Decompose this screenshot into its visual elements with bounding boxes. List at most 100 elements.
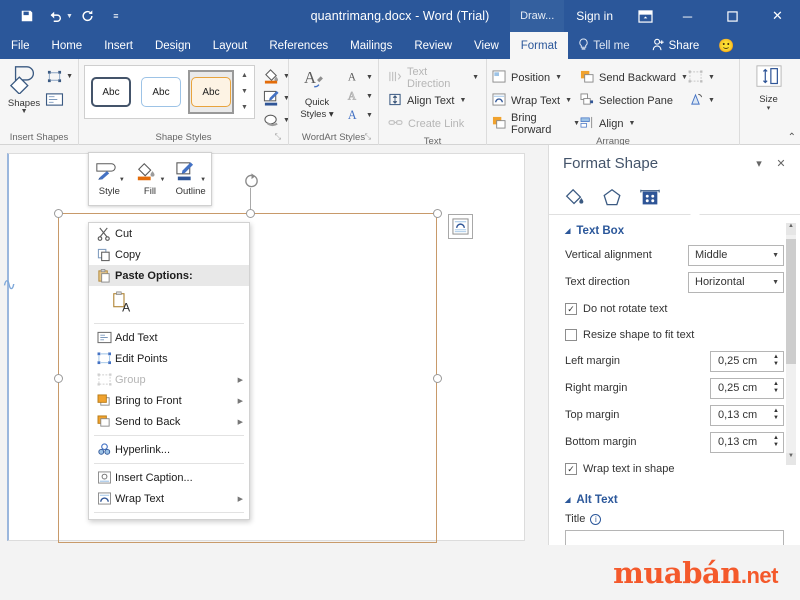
- tab-mailings[interactable]: Mailings: [339, 32, 403, 59]
- shape-styles-gallery[interactable]: Abc Abc Abc ▲ ▼ ▼: [84, 65, 255, 119]
- edit-shape-icon[interactable]: [43, 66, 65, 86]
- bottom-margin-value[interactable]: 0,13 cm: [711, 436, 769, 448]
- share-button[interactable]: Share: [639, 32, 712, 59]
- align-objects-dropdown-icon[interactable]: ▼: [628, 120, 635, 127]
- left-margin-value[interactable]: 0,25 cm: [711, 355, 769, 367]
- undo-dropdown-icon[interactable]: ▼: [66, 13, 73, 20]
- shapes-dropdown-icon[interactable]: ▼: [21, 108, 28, 115]
- context-menu-item-hyperlink[interactable]: Hyperlink...: [89, 439, 249, 460]
- shape-style-orange-selected[interactable]: Abc: [188, 70, 234, 114]
- panel-scroll-up-icon[interactable]: ▲: [786, 223, 796, 235]
- text-effects-dropdown-icon[interactable]: ▼: [366, 112, 373, 119]
- top-margin-spinner[interactable]: 0,13 cm ▲ ▼: [710, 404, 784, 426]
- resize-handle-top-left[interactable]: [54, 209, 63, 218]
- panel-scroll-thumb[interactable]: [786, 239, 796, 364]
- wordart-dialog-launcher-icon[interactable]: ⤡: [365, 129, 371, 144]
- align-objects-button[interactable]: Align ▼: [580, 113, 688, 134]
- redo-icon[interactable]: [75, 4, 101, 28]
- maximize-button[interactable]: [710, 0, 755, 32]
- spinner-arrows-icon[interactable]: ▲ ▼: [769, 354, 783, 368]
- panel-section-collapse-icon-alt-text[interactable]: ◢: [565, 496, 570, 504]
- panel-section-alt-text-header[interactable]: ◢ Alt Text: [565, 494, 784, 506]
- rotate-objects-dropdown-icon[interactable]: ▼: [708, 97, 715, 104]
- selection-pane-button[interactable]: Selection Pane: [580, 90, 688, 111]
- ribbon-display-options-icon[interactable]: [625, 0, 665, 32]
- context-menu-item-set-as-default-shape[interactable]: Set as Default Shape: [89, 516, 249, 519]
- shape-style-dark-outline[interactable]: Abc: [88, 70, 134, 114]
- text-outline-dropdown-icon[interactable]: ▼: [366, 93, 373, 100]
- context-menu-item-group[interactable]: Group ▶: [89, 369, 249, 390]
- panel-section-collapse-icon-text-box[interactable]: ◢: [565, 227, 570, 235]
- spinner-arrows-icon[interactable]: ▲ ▼: [769, 435, 783, 449]
- panel-scroll-down-icon[interactable]: ▼: [786, 453, 796, 465]
- alt-text-title-input[interactable]: [565, 530, 784, 545]
- undo-icon[interactable]: [42, 4, 68, 28]
- chevron-down-icon[interactable]: ▼: [772, 279, 779, 286]
- tab-layout[interactable]: Layout: [202, 32, 259, 59]
- resize-handle-middle-left[interactable]: [54, 374, 63, 383]
- text-direction-dropdown-icon[interactable]: ▼: [472, 74, 479, 81]
- mini-fill-button[interactable]: ▼ Fill: [131, 161, 169, 197]
- text-outline-button[interactable]: A ▼: [343, 87, 373, 105]
- group-objects-button[interactable]: ▼: [688, 67, 728, 88]
- group-objects-dropdown-icon[interactable]: ▼: [708, 74, 715, 81]
- wrap-text-button[interactable]: Wrap Text ▼: [492, 90, 580, 111]
- chevron-down-icon[interactable]: ▼: [772, 252, 779, 259]
- rotate-objects-button[interactable]: ▼: [688, 90, 728, 111]
- right-margin-value[interactable]: 0,25 cm: [711, 382, 769, 394]
- text-fill-dropdown-icon[interactable]: ▼: [366, 74, 373, 81]
- gallery-scroll-up-icon[interactable]: ▲: [238, 69, 251, 83]
- draw-text-box-icon[interactable]: [43, 89, 65, 109]
- shape-effects-button[interactable]: ▼: [261, 111, 290, 129]
- text-direction-button[interactable]: Text Direction ▼: [388, 66, 479, 90]
- tab-view[interactable]: View: [463, 32, 510, 59]
- send-backward-dropdown-icon[interactable]: ▼: [681, 74, 688, 81]
- resize-handle-top-right[interactable]: [433, 209, 442, 218]
- checkbox-wrap-text-in-shape[interactable]: ✓ Wrap text in shape: [565, 458, 784, 480]
- context-menu-item-edit-points[interactable]: Edit Points: [89, 348, 249, 369]
- shape-outline-button[interactable]: ▼: [261, 89, 290, 107]
- tab-references[interactable]: References: [258, 32, 339, 59]
- panel-tab-layout-and-properties[interactable]: [637, 185, 663, 211]
- context-menu-item-wrap-text[interactable]: Wrap Text ▶: [89, 488, 249, 509]
- mini-style-button[interactable]: ▼ Style: [90, 161, 128, 197]
- spinner-arrows-icon[interactable]: ▲ ▼: [769, 381, 783, 395]
- bring-forward-dropdown-icon[interactable]: ▼: [573, 120, 580, 127]
- context-menu-item-cut[interactable]: Cut: [89, 223, 249, 244]
- top-margin-value[interactable]: 0,13 cm: [711, 409, 769, 421]
- panel-section-text-box-header[interactable]: ◢ Text Box: [565, 225, 784, 237]
- customize-qat-icon[interactable]: ≡: [103, 4, 129, 28]
- create-link-button[interactable]: Create Link: [388, 113, 479, 134]
- mini-outline-button[interactable]: ▼ Outline: [172, 161, 210, 197]
- checkbox-box-do-not-rotate[interactable]: ✓: [565, 303, 577, 315]
- panel-tab-effects[interactable]: [599, 185, 625, 211]
- position-button[interactable]: Position ▼: [492, 67, 580, 88]
- wrap-text-dropdown-icon[interactable]: ▼: [565, 97, 572, 104]
- checkbox-box-resize-shape[interactable]: [565, 329, 577, 341]
- send-backward-button[interactable]: Send Backward ▼: [580, 67, 688, 88]
- minimize-button[interactable]: ─: [665, 0, 710, 32]
- edit-shape-dropdown-icon[interactable]: ▼: [66, 73, 73, 80]
- shape-styles-dialog-launcher-icon[interactable]: ⤡: [275, 129, 281, 144]
- gallery-scroll-down-icon[interactable]: ▼: [238, 85, 251, 99]
- tab-review[interactable]: Review: [403, 32, 463, 59]
- gallery-more-icon[interactable]: ▼: [238, 101, 251, 115]
- position-dropdown-icon[interactable]: ▼: [555, 74, 562, 81]
- panel-tab-fill-and-line[interactable]: [561, 185, 587, 211]
- tab-design[interactable]: Design: [144, 32, 202, 59]
- spinner-arrows-icon[interactable]: ▲ ▼: [769, 408, 783, 422]
- align-text-button[interactable]: Align Text ▼: [388, 90, 479, 111]
- text-direction-select[interactable]: Horizontal ▼: [688, 271, 784, 293]
- text-effects-button[interactable]: A ▼: [343, 106, 373, 124]
- context-menu-item-copy[interactable]: Copy: [89, 244, 249, 265]
- draw-tab-overflow[interactable]: Draw...: [510, 0, 565, 32]
- save-icon[interactable]: [14, 4, 40, 28]
- size-dropdown-icon[interactable]: ▾: [767, 104, 771, 112]
- tab-format[interactable]: Format: [509, 32, 569, 59]
- collapse-ribbon-icon[interactable]: ⌃: [788, 132, 796, 143]
- panel-scrollbar[interactable]: ▲ ▼: [786, 223, 796, 465]
- context-menu-item-bring-to-front[interactable]: Bring to Front ▶: [89, 390, 249, 411]
- close-button[interactable]: ✕: [755, 0, 800, 32]
- tell-me-box[interactable]: Tell me: [568, 32, 639, 59]
- align-text-dropdown-icon[interactable]: ▼: [460, 97, 467, 104]
